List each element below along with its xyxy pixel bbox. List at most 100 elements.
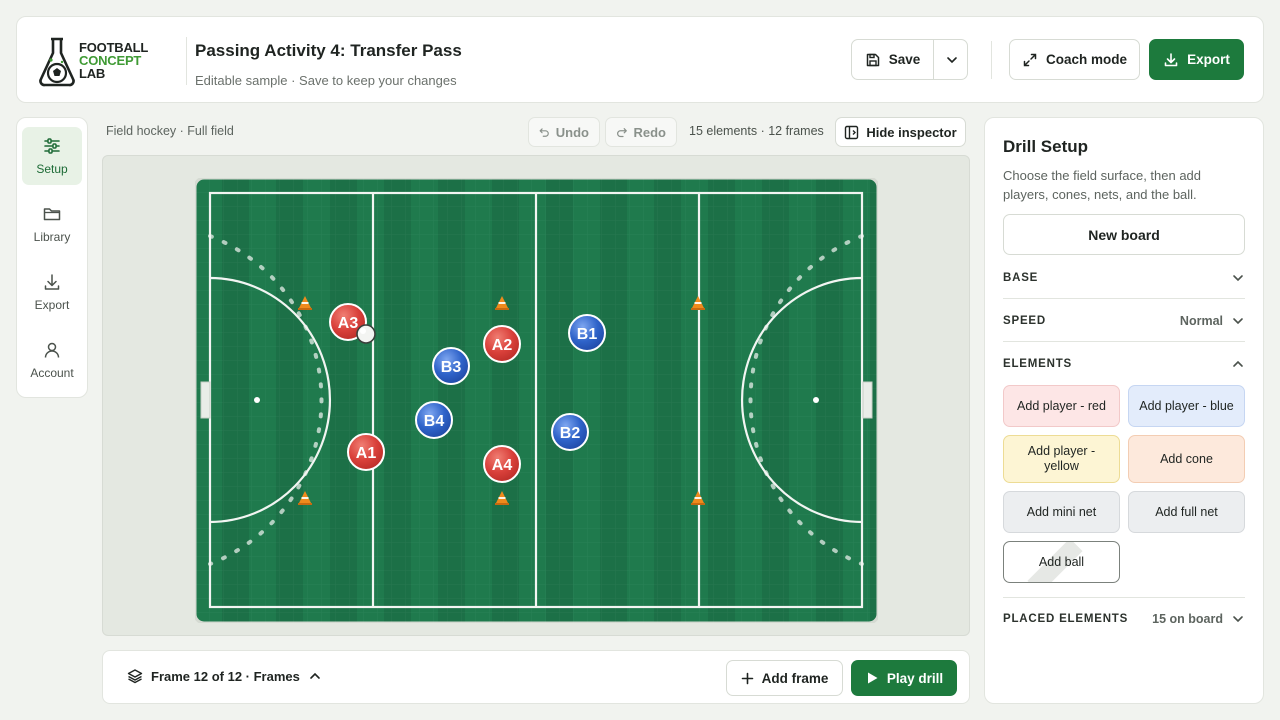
add-full-net-button[interactable]: Add full net (1128, 491, 1245, 533)
frames-bar: Frame 12 of 12 · Frames Add frame Play d… (102, 650, 970, 704)
play-drill-label: Play drill (886, 670, 944, 686)
player-label: A1 (356, 445, 377, 462)
player-a4[interactable]: A4 (483, 445, 521, 483)
sliders-icon (44, 138, 60, 154)
ball[interactable] (356, 324, 376, 344)
new-board-button[interactable]: New board (1003, 214, 1245, 255)
section-elements-label: ELEMENTS (1003, 358, 1073, 370)
add-red-player-button[interactable]: Add player - red (1003, 385, 1120, 427)
add-yellow-player-button[interactable]: Add player - yellow (1003, 435, 1120, 483)
folder-icon (43, 208, 61, 221)
add-mini-net-button[interactable]: Add mini net (1003, 491, 1120, 533)
redo-icon (617, 128, 627, 138)
sidebar-item-label: Account (30, 366, 74, 380)
header-divider (186, 37, 187, 85)
hockey-field[interactable]: A3 A2 A1 A4 B1 B3 B4 B2 (195, 178, 878, 623)
player-label: B3 (441, 359, 462, 376)
sidebar-item-label: Setup (36, 162, 68, 176)
section-placed-label: PLACED ELEMENTS (1003, 612, 1129, 625)
sidebar-item-setup[interactable]: Setup (22, 127, 82, 185)
save-label: Save (888, 52, 921, 67)
player-b4[interactable]: B4 (415, 401, 453, 439)
add-frame-button[interactable]: Add frame (726, 660, 843, 696)
inspector-description: Choose the field surface, then add playe… (1003, 168, 1202, 202)
brand-wordmark: FOOTBALL CONCEPT LAB (79, 40, 149, 81)
player-b3[interactable]: B3 (432, 347, 470, 385)
chevron-down-icon (1233, 615, 1243, 622)
flask-ball-icon (39, 37, 75, 87)
undo-icon (539, 128, 549, 137)
hide-inspector-label: Hide inspector (866, 124, 957, 140)
save-options-button[interactable] (935, 40, 968, 79)
player-label: A2 (492, 337, 513, 354)
penalty-spot-right (813, 397, 819, 403)
inspector-title: Drill Setup (1003, 137, 1089, 156)
brand-logo[interactable]: FOOTBALL CONCEPT LAB (37, 35, 167, 87)
player-label: A3 (338, 315, 359, 332)
speed-value: Normal (1179, 313, 1223, 328)
page-title: Passing Activity 4: Transfer Pass (195, 41, 462, 60)
add-ball-label: Add ball (1038, 554, 1085, 569)
coach-mode-label: Coach mode (1045, 52, 1127, 67)
chevron-down-icon (1233, 274, 1243, 281)
play-drill-button[interactable]: Play drill (851, 660, 957, 696)
section-speed-label: SPEED (1003, 314, 1046, 327)
left-sidebar: Setup Library Export Account (16, 117, 88, 398)
save-button-group: Save (851, 39, 968, 80)
inspector-panel: Drill Setup Choose the field surface, th… (984, 117, 1264, 704)
export-label: Export (1187, 52, 1230, 67)
play-icon (867, 672, 878, 684)
coach-mode-button[interactable]: Coach mode (1009, 39, 1140, 80)
redo-label: Redo (633, 124, 667, 140)
chevron-up-icon (310, 672, 320, 679)
frames-toggle[interactable]: Frame 12 of 12 · Frames (127, 668, 322, 684)
layers-icon (127, 669, 143, 684)
hide-inspector-button[interactable]: Hide inspector (835, 117, 966, 147)
page-subtitle: Editable sample · Save to keep your chan… (195, 73, 457, 88)
download-icon (44, 274, 60, 290)
save-button[interactable]: Save (852, 40, 934, 79)
player-b1[interactable]: B1 (568, 314, 606, 352)
placed-count: 15 on board (1152, 611, 1223, 626)
add-blue-player-button[interactable]: Add player - blue (1128, 385, 1245, 427)
sidebar-item-export[interactable]: Export (22, 263, 82, 321)
undo-button[interactable]: Undo (528, 117, 600, 147)
sidebar-item-library[interactable]: Library (22, 195, 82, 253)
download-icon (1164, 52, 1178, 66)
sidebar-item-label: Export (34, 298, 70, 312)
frames-label: Frame 12 of 12 · Frames (151, 668, 300, 684)
section-base[interactable]: BASE (1003, 257, 1245, 299)
player-label: A4 (492, 457, 513, 474)
chevron-down-icon (1233, 317, 1243, 324)
add-frame-label: Add frame (761, 670, 829, 686)
player-label: B2 (560, 425, 581, 442)
section-speed[interactable]: SPEED Normal (1003, 300, 1245, 342)
section-base-label: BASE (1003, 271, 1039, 284)
save-icon (866, 53, 879, 66)
breadcrumb: Field hockey · Full field (106, 124, 234, 138)
player-a1[interactable]: A1 (347, 433, 385, 471)
chevron-up-icon (1233, 360, 1243, 367)
expand-icon (1023, 53, 1037, 66)
top-header: FOOTBALL CONCEPT LAB Passing Activity 4:… (16, 16, 1264, 103)
header-divider-right (991, 41, 992, 79)
plus-icon (741, 672, 753, 684)
add-cone-button[interactable]: Add cone (1128, 435, 1245, 483)
player-label: B4 (424, 413, 445, 430)
element-frame-count: 15 elements · 12 frames (689, 124, 824, 138)
sidebar-item-account[interactable]: Account (22, 331, 82, 389)
export-button[interactable]: Export (1149, 39, 1244, 80)
player-b2[interactable]: B2 (551, 413, 589, 451)
add-ball-button[interactable]: Add ball (1003, 541, 1120, 583)
player-a2[interactable]: A2 (483, 325, 521, 363)
chevron-down-icon (946, 56, 957, 63)
player-label: B1 (577, 326, 598, 343)
sidebar-item-label: Library (33, 230, 71, 244)
redo-button[interactable]: Redo (605, 117, 677, 147)
panel-toggle-icon (845, 125, 859, 139)
section-elements[interactable]: ELEMENTS (1003, 343, 1245, 385)
user-icon (44, 342, 60, 358)
section-placed-elements[interactable]: PLACED ELEMENTS 15 on board (1003, 597, 1245, 639)
penalty-spot-left (254, 397, 260, 403)
undo-label: Undo (555, 124, 589, 140)
